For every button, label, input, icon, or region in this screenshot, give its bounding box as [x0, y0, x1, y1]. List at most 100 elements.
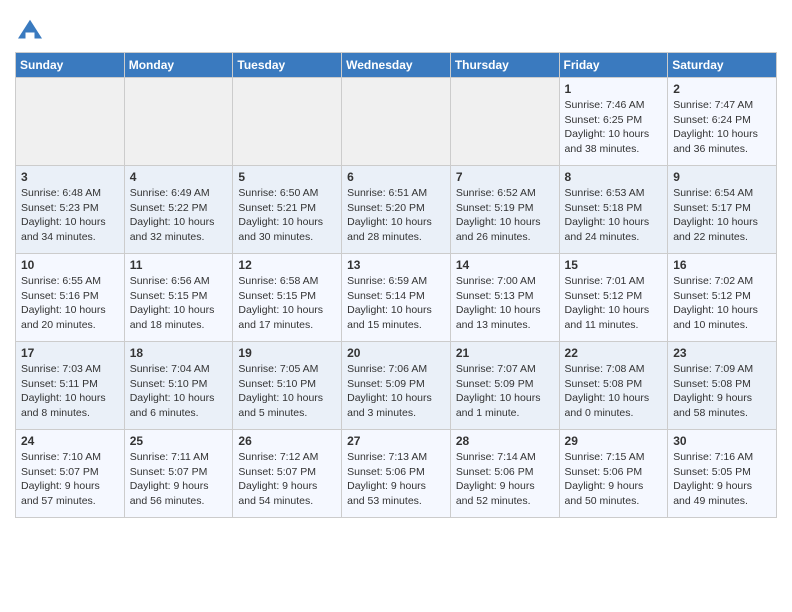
cell-content: Sunrise: 6:48 AM Sunset: 5:23 PM Dayligh…	[21, 186, 119, 245]
day-number: 8	[565, 170, 663, 184]
calendar-cell: 20 Sunrise: 7:06 AM Sunset: 5:09 PM Dayli…	[342, 342, 451, 430]
cell-content: Sunrise: 7:09 AM Sunset: 5:08 PM Dayligh…	[673, 362, 771, 421]
cell-content: Sunrise: 7:02 AM Sunset: 5:12 PM Dayligh…	[673, 274, 771, 333]
calendar-cell: 11Sunrise: 6:56 AM Sunset: 5:15 PM Dayli…	[124, 254, 233, 342]
day-number: 14	[456, 258, 554, 272]
calendar-week-row: 24 Sunrise: 7:10 AM Sunset: 5:07 PM Dayli…	[16, 430, 777, 518]
logo-icon	[15, 16, 45, 46]
logo	[15, 16, 49, 46]
day-number: 26	[238, 434, 336, 448]
weekday-header: Saturday	[668, 53, 777, 78]
cell-content: Sunrise: 7:08 AM Sunset: 5:08 PM Dayligh…	[565, 362, 663, 421]
calendar-week-row: 10 Sunrise: 6:55 AM Sunset: 5:16 PM Dayli…	[16, 254, 777, 342]
day-number: 20	[347, 346, 445, 360]
calendar-cell: 4 Sunrise: 6:49 AM Sunset: 5:22 PM Daylig…	[124, 166, 233, 254]
cell-content: Sunrise: 7:15 AM Sunset: 5:06 PM Dayligh…	[565, 450, 663, 509]
weekday-header: Sunday	[16, 53, 125, 78]
calendar-cell: 23Sunrise: 7:09 AM Sunset: 5:08 PM Dayli…	[668, 342, 777, 430]
calendar-cell	[450, 78, 559, 166]
day-number: 22	[565, 346, 663, 360]
day-number: 18	[130, 346, 228, 360]
cell-content: Sunrise: 7:13 AM Sunset: 5:06 PM Dayligh…	[347, 450, 445, 509]
cell-content: Sunrise: 7:46 AM Sunset: 6:25 PM Dayligh…	[565, 98, 663, 157]
day-number: 5	[238, 170, 336, 184]
day-number: 15	[565, 258, 663, 272]
day-number: 6	[347, 170, 445, 184]
calendar-cell: 30Sunrise: 7:16 AM Sunset: 5:05 PM Dayli…	[668, 430, 777, 518]
calendar-cell: 15 Sunrise: 7:01 AM Sunset: 5:12 PM Dayli…	[559, 254, 668, 342]
day-number: 29	[565, 434, 663, 448]
cell-content: Sunrise: 7:04 AM Sunset: 5:10 PM Dayligh…	[130, 362, 228, 421]
calendar-cell: 13 Sunrise: 6:59 AM Sunset: 5:14 PM Dayli…	[342, 254, 451, 342]
day-number: 24	[21, 434, 119, 448]
cell-content: Sunrise: 6:53 AM Sunset: 5:18 PM Dayligh…	[565, 186, 663, 245]
calendar-cell: 18 Sunrise: 7:04 AM Sunset: 5:10 PM Dayli…	[124, 342, 233, 430]
calendar-cell: 21Sunrise: 7:07 AM Sunset: 5:09 PM Dayli…	[450, 342, 559, 430]
day-number: 1	[565, 82, 663, 96]
calendar-cell	[233, 78, 342, 166]
weekday-header-row: SundayMondayTuesdayWednesdayThursdayFrid…	[16, 53, 777, 78]
calendar-cell: 17 Sunrise: 7:03 AM Sunset: 5:11 PM Dayli…	[16, 342, 125, 430]
cell-content: Sunrise: 6:52 AM Sunset: 5:19 PM Dayligh…	[456, 186, 554, 245]
calendar-cell: 1 Sunrise: 7:46 AM Sunset: 6:25 PM Daylig…	[559, 78, 668, 166]
cell-content: Sunrise: 7:14 AM Sunset: 5:06 PM Dayligh…	[456, 450, 554, 509]
calendar-cell: 28 Sunrise: 7:14 AM Sunset: 5:06 PM Dayli…	[450, 430, 559, 518]
weekday-header: Monday	[124, 53, 233, 78]
day-number: 3	[21, 170, 119, 184]
weekday-header: Friday	[559, 53, 668, 78]
calendar-cell: 9 Sunrise: 6:54 AM Sunset: 5:17 PM Daylig…	[668, 166, 777, 254]
cell-content: Sunrise: 6:59 AM Sunset: 5:14 PM Dayligh…	[347, 274, 445, 333]
day-number: 17	[21, 346, 119, 360]
cell-content: Sunrise: 6:58 AM Sunset: 5:15 PM Dayligh…	[238, 274, 336, 333]
cell-content: Sunrise: 7:12 AM Sunset: 5:07 PM Dayligh…	[238, 450, 336, 509]
cell-content: Sunrise: 7:06 AM Sunset: 5:09 PM Dayligh…	[347, 362, 445, 421]
calendar-cell: 12 Sunrise: 6:58 AM Sunset: 5:15 PM Dayli…	[233, 254, 342, 342]
cell-content: Sunrise: 6:49 AM Sunset: 5:22 PM Dayligh…	[130, 186, 228, 245]
day-number: 11	[130, 258, 228, 272]
day-number: 28	[456, 434, 554, 448]
page-header	[15, 10, 777, 46]
calendar-week-row: 1 Sunrise: 7:46 AM Sunset: 6:25 PM Daylig…	[16, 78, 777, 166]
calendar-cell: 2Sunrise: 7:47 AM Sunset: 6:24 PM Daylig…	[668, 78, 777, 166]
calendar-cell: 27Sunrise: 7:13 AM Sunset: 5:06 PM Dayli…	[342, 430, 451, 518]
calendar-cell: 22 Sunrise: 7:08 AM Sunset: 5:08 PM Dayli…	[559, 342, 668, 430]
day-number: 21	[456, 346, 554, 360]
calendar-cell: 8 Sunrise: 6:53 AM Sunset: 5:18 PM Daylig…	[559, 166, 668, 254]
day-number: 30	[673, 434, 771, 448]
calendar-table: SundayMondayTuesdayWednesdayThursdayFrid…	[15, 52, 777, 518]
cell-content: Sunrise: 6:55 AM Sunset: 5:16 PM Dayligh…	[21, 274, 119, 333]
calendar-cell: 14 Sunrise: 7:00 AM Sunset: 5:13 PM Dayli…	[450, 254, 559, 342]
weekday-header: Tuesday	[233, 53, 342, 78]
cell-content: Sunrise: 7:05 AM Sunset: 5:10 PM Dayligh…	[238, 362, 336, 421]
calendar-cell: 19 Sunrise: 7:05 AM Sunset: 5:10 PM Dayli…	[233, 342, 342, 430]
calendar-cell: 26 Sunrise: 7:12 AM Sunset: 5:07 PM Dayli…	[233, 430, 342, 518]
day-number: 10	[21, 258, 119, 272]
calendar-cell: 7 Sunrise: 6:52 AM Sunset: 5:19 PM Daylig…	[450, 166, 559, 254]
calendar-cell	[124, 78, 233, 166]
calendar-cell: 3 Sunrise: 6:48 AM Sunset: 5:23 PM Daylig…	[16, 166, 125, 254]
calendar-cell: 10 Sunrise: 6:55 AM Sunset: 5:16 PM Dayli…	[16, 254, 125, 342]
cell-content: Sunrise: 7:47 AM Sunset: 6:24 PM Dayligh…	[673, 98, 771, 157]
weekday-header: Wednesday	[342, 53, 451, 78]
day-number: 9	[673, 170, 771, 184]
calendar-cell: 25 Sunrise: 7:11 AM Sunset: 5:07 PM Dayli…	[124, 430, 233, 518]
day-number: 12	[238, 258, 336, 272]
calendar-cell: 16Sunrise: 7:02 AM Sunset: 5:12 PM Dayli…	[668, 254, 777, 342]
day-number: 7	[456, 170, 554, 184]
calendar-cell: 24 Sunrise: 7:10 AM Sunset: 5:07 PM Dayli…	[16, 430, 125, 518]
cell-content: Sunrise: 7:03 AM Sunset: 5:11 PM Dayligh…	[21, 362, 119, 421]
cell-content: Sunrise: 7:11 AM Sunset: 5:07 PM Dayligh…	[130, 450, 228, 509]
day-number: 19	[238, 346, 336, 360]
cell-content: Sunrise: 7:00 AM Sunset: 5:13 PM Dayligh…	[456, 274, 554, 333]
cell-content: Sunrise: 7:10 AM Sunset: 5:07 PM Dayligh…	[21, 450, 119, 509]
calendar-cell: 6Sunrise: 6:51 AM Sunset: 5:20 PM Daylig…	[342, 166, 451, 254]
cell-content: Sunrise: 7:01 AM Sunset: 5:12 PM Dayligh…	[565, 274, 663, 333]
calendar-cell: 5 Sunrise: 6:50 AM Sunset: 5:21 PM Daylig…	[233, 166, 342, 254]
day-number: 25	[130, 434, 228, 448]
day-number: 4	[130, 170, 228, 184]
weekday-header: Thursday	[450, 53, 559, 78]
calendar-cell	[16, 78, 125, 166]
day-number: 13	[347, 258, 445, 272]
cell-content: Sunrise: 6:50 AM Sunset: 5:21 PM Dayligh…	[238, 186, 336, 245]
cell-content: Sunrise: 6:54 AM Sunset: 5:17 PM Dayligh…	[673, 186, 771, 245]
